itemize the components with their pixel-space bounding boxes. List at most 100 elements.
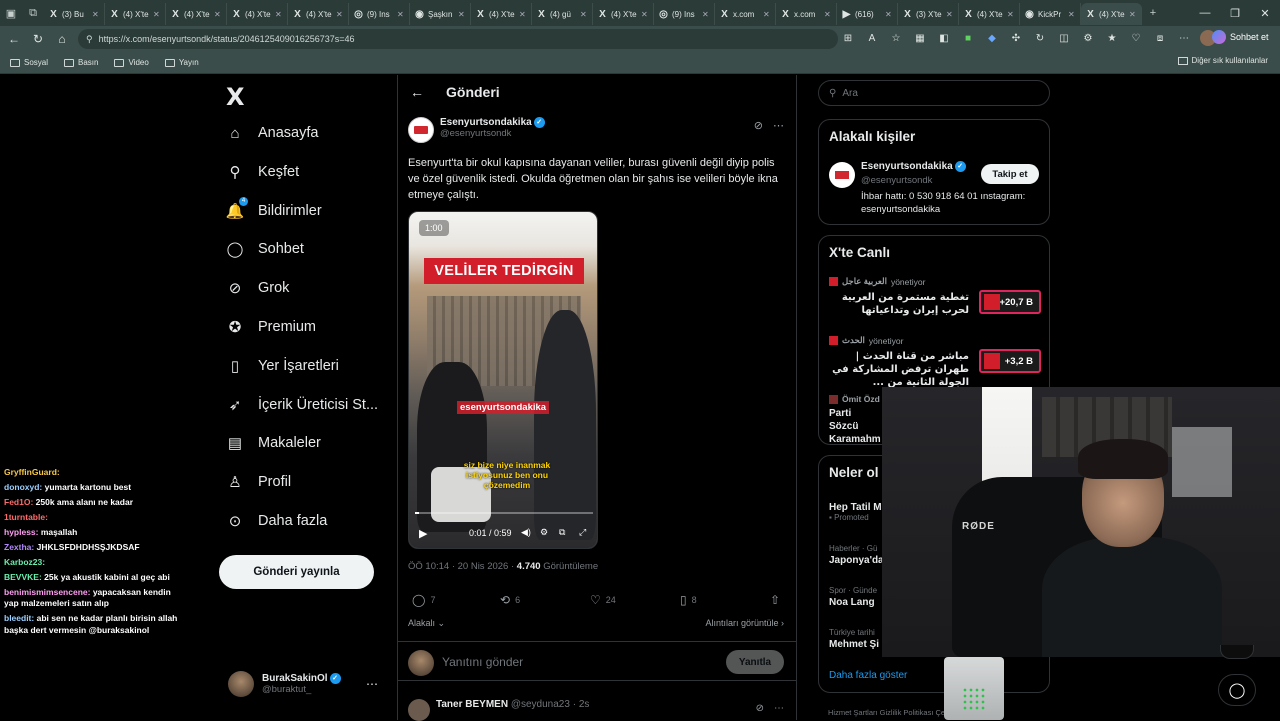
nav-item-rocket[interactable]: ➶ İçerik Üreticisi St...: [226, 390, 378, 420]
nav-item-home[interactable]: ⌂ Anasayfa: [226, 118, 318, 148]
browser-tab[interactable]: X (4) X'te ✕: [227, 3, 288, 25]
workspaces-icon[interactable]: ⧉: [22, 0, 44, 26]
bookmark-folder[interactable]: Basın: [64, 58, 98, 67]
new-tab-button[interactable]: +: [1142, 0, 1164, 26]
browser-tab[interactable]: X (3) X'te ✕: [898, 3, 959, 25]
reload-icon[interactable]: ↻: [26, 32, 50, 46]
menu-icon[interactable]: ⋯: [1176, 30, 1192, 46]
split-screen-icon[interactable]: ◫: [1056, 30, 1072, 46]
browser-tab[interactable]: ◎ (9) Ins ✕: [349, 3, 410, 25]
repost-button[interactable]: ⟲ 6: [500, 593, 520, 607]
post-author[interactable]: Esenyurtsondakika ✓ @esenyurtsondk: [408, 117, 545, 143]
nav-item-bell[interactable]: 🔔 4 Bildirimler: [226, 196, 322, 226]
video-progress-bar[interactable]: [415, 512, 593, 514]
grok-icon[interactable]: ⊘: [756, 703, 764, 714]
settings-icon[interactable]: ⚙: [540, 527, 548, 538]
bookmark-button[interactable]: ▯ 8: [680, 593, 697, 607]
volume-icon[interactable]: ◀): [521, 527, 531, 538]
tab-close-icon[interactable]: ✕: [1068, 10, 1076, 19]
favorites-icon[interactable]: ★: [1104, 30, 1120, 46]
tab-close-icon[interactable]: ✕: [763, 10, 771, 19]
tab-close-icon[interactable]: ✕: [397, 10, 405, 19]
picture-in-picture-icon[interactable]: ⧉: [559, 527, 565, 538]
refresh-icon[interactable]: ↻: [1032, 30, 1048, 46]
browser-tab[interactable]: X (4) X'te ✕: [593, 3, 654, 25]
browser-tab[interactable]: X (4) X'te ✕: [959, 3, 1020, 25]
browser-tab[interactable]: ◉ Şaşkın ✕: [410, 3, 471, 25]
maximize-icon[interactable]: ❐: [1220, 0, 1250, 26]
bookmark-folder[interactable]: Yayın: [164, 58, 199, 67]
nav-item-chat[interactable]: ◯ Sohbet: [226, 234, 304, 264]
related-person-name[interactable]: Esenyurtsondakika: [861, 161, 953, 172]
tab-close-icon[interactable]: ✕: [641, 10, 649, 19]
reply-input[interactable]: Yanıtını gönder: [442, 655, 523, 669]
nav-item-person[interactable]: ♙ Profil: [226, 467, 291, 497]
home-icon[interactable]: ⌂: [50, 32, 74, 46]
reply-author-name[interactable]: Taner BEYMEN: [436, 699, 508, 710]
close-window-icon[interactable]: ✕: [1250, 0, 1280, 26]
tab-close-icon[interactable]: ✕: [519, 10, 527, 19]
nav-item-bookmark[interactable]: ▯ Yer İşaretleri: [226, 351, 339, 381]
extension-icon[interactable]: ▦: [912, 30, 928, 46]
tab-close-icon[interactable]: ✕: [214, 10, 222, 19]
follow-button[interactable]: Takip et: [981, 164, 1039, 184]
nav-item-grok[interactable]: ⊘ Grok: [226, 273, 290, 303]
back-arrow-icon[interactable]: ←: [410, 84, 424, 100]
tab-actions-icon[interactable]: ▣: [0, 0, 22, 26]
read-aloud-icon[interactable]: A: [864, 30, 880, 46]
browser-tab[interactable]: X (4) X'te ✕: [1081, 3, 1142, 25]
favorite-star-icon[interactable]: ☆: [888, 30, 904, 46]
related-filter[interactable]: Alakalı ⌄: [408, 618, 445, 629]
settings-icon[interactable]: ⚙: [1080, 30, 1096, 46]
extension-icon[interactable]: ◆: [984, 30, 1000, 46]
live-item[interactable]: العربية عاجل yönetiyor تغطية مستمرة من الع…: [829, 276, 1041, 317]
account-switcher[interactable]: BurakSakinOl ✓ @buraktut_ ⋯: [228, 671, 388, 697]
nav-item-premium[interactable]: ✪ Premium: [226, 312, 316, 342]
heart-icon[interactable]: ♡: [1128, 30, 1144, 46]
tab-close-icon[interactable]: ✕: [1007, 10, 1015, 19]
other-bookmarks[interactable]: Diğer sık kullanılanlar: [1177, 56, 1268, 65]
live-listener-count[interactable]: +20,7 B: [979, 290, 1041, 314]
browser-tab[interactable]: X (4) X'te ✕: [288, 3, 349, 25]
video-player[interactable]: 1:00 VELİLER TEDİRGİN esenyurtsondakika …: [408, 211, 598, 549]
tab-close-icon[interactable]: ✕: [275, 10, 283, 19]
browser-tab[interactable]: ▶ (616) ✕: [837, 3, 898, 25]
show-more-link[interactable]: Daha fazla göster: [829, 670, 907, 681]
tab-close-icon[interactable]: ✕: [580, 10, 588, 19]
nav-item-article[interactable]: ▤ Makaleler: [226, 428, 321, 458]
extension-icon[interactable]: ✣: [1008, 30, 1024, 46]
translate-icon[interactable]: ⊞: [840, 30, 856, 46]
extension-icon[interactable]: ◧: [936, 30, 952, 46]
x-logo-icon[interactable]: X: [226, 83, 245, 111]
extension-icon[interactable]: ■: [960, 30, 976, 46]
search-input[interactable]: ⚲ Ara: [818, 80, 1050, 106]
browser-tab[interactable]: X (4) X'te ✕: [166, 3, 227, 25]
browser-tab[interactable]: ◎ (9) Ins ✕: [654, 3, 715, 25]
browser-tab[interactable]: ◉ KickPr ✕: [1020, 3, 1081, 25]
copilot-chat-button[interactable]: Sohbet et: [1212, 30, 1269, 44]
next-reply[interactable]: Taner BEYMEN @seyduna23 · 2s: [408, 699, 589, 721]
tab-close-icon[interactable]: ✕: [336, 10, 344, 19]
tab-close-icon[interactable]: ✕: [824, 10, 832, 19]
tab-close-icon[interactable]: ✕: [946, 10, 954, 19]
share-button[interactable]: ⇧: [770, 593, 780, 607]
fullscreen-icon[interactable]: ⤢: [579, 527, 586, 538]
browser-tab[interactable]: X (3) Bu ✕: [44, 3, 105, 25]
url-input[interactable]: ⚲ https://x.com/esenyurtsondk/status/204…: [78, 29, 838, 49]
avatar[interactable]: [408, 699, 430, 721]
bookmark-folder[interactable]: Sosyal: [10, 58, 48, 67]
view-quotes-link[interactable]: Alıntıları görüntüle ›: [705, 618, 784, 628]
grok-icon[interactable]: ⊘: [754, 119, 763, 132]
tab-close-icon[interactable]: ✕: [92, 10, 100, 19]
nav-item-more[interactable]: ⊙ Daha fazla: [226, 506, 328, 536]
more-icon[interactable]: ⋯: [773, 119, 784, 132]
reply-submit-button[interactable]: Yanıtla: [726, 650, 784, 674]
browser-tab[interactable]: Xx.com ✕: [776, 3, 837, 25]
reply-button[interactable]: ◯ 7: [412, 593, 435, 607]
tab-close-icon[interactable]: ✕: [885, 10, 893, 19]
back-icon[interactable]: ←: [2, 32, 26, 46]
messages-fab-button[interactable]: ◯: [1218, 674, 1256, 706]
post-button[interactable]: Gönderi yayınla: [219, 555, 374, 589]
live-listener-count[interactable]: +3,2 B: [979, 349, 1041, 373]
browser-tab[interactable]: X (4) X'te ✕: [105, 3, 166, 25]
